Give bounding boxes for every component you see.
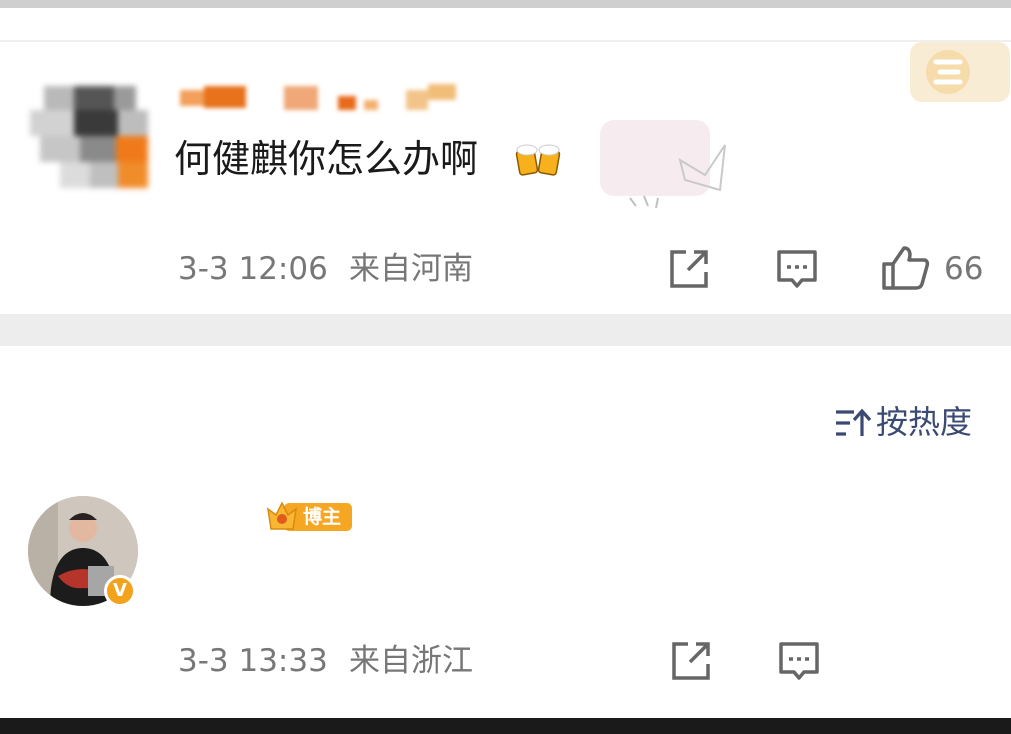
bottom-edge (0, 718, 1011, 734)
comment-location: 来自河南 (349, 251, 473, 287)
reply-icon[interactable] (774, 246, 820, 292)
sort-label: 按热度 (876, 403, 973, 441)
section-separator (0, 314, 1011, 346)
beer-cheers-icon (515, 144, 561, 176)
top-edge (0, 0, 1011, 8)
share-icon[interactable] (666, 246, 712, 292)
comment-text: 何健麒你怎么办啊 (174, 137, 479, 181)
author-badge-label: 博主 (302, 506, 341, 528)
reply-icon[interactable] (776, 638, 822, 684)
avatar[interactable] (30, 86, 148, 188)
comment-time: 3-3 13:33 (178, 643, 328, 679)
author-badge: 博主 (266, 499, 354, 535)
username-redacted[interactable] (180, 84, 470, 112)
comment-time: 3-3 12:06 (178, 251, 328, 287)
bubble-decoration-icon (600, 120, 726, 209)
like-icon[interactable] (880, 244, 930, 292)
comment-location: 来自浙江 (349, 643, 473, 679)
sort-icon (836, 408, 872, 436)
like-count: 66 (944, 251, 984, 287)
verified-badge: V (104, 575, 136, 607)
share-icon[interactable] (668, 638, 714, 684)
divider (0, 40, 1011, 42)
decorative-badge-icon (910, 42, 1010, 102)
